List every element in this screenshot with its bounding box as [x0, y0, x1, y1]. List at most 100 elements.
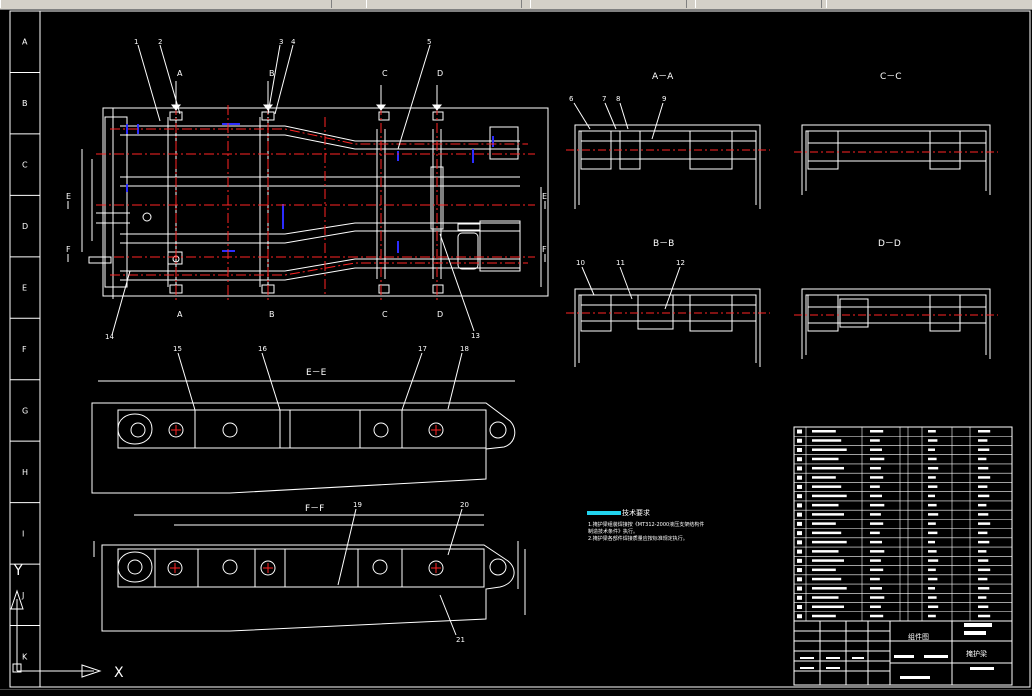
section-mark-b: B	[269, 69, 275, 78]
cad-drawing-canvas[interactable]: ABCDEFGHIJK A B C D A B C D E F E F 1 2 …	[0, 9, 1032, 689]
zone-letter-b: B	[22, 99, 28, 108]
table-cell-text	[978, 430, 991, 433]
section-aa-title: A－A	[652, 72, 674, 82]
table-cell-text	[928, 540, 935, 544]
part-number-8: 8	[616, 95, 620, 103]
table-cell-text	[928, 485, 938, 488]
part-number-4: 4	[291, 38, 296, 46]
part-number-14: 14	[105, 333, 114, 341]
table-row-number	[797, 614, 802, 619]
table-cell-text	[928, 587, 935, 590]
table-row-number	[797, 457, 802, 462]
section-mark-a-bottom: A	[177, 310, 183, 319]
part-number-17: 17	[418, 345, 427, 353]
table-cell-text	[870, 439, 880, 442]
table-cell-text	[812, 605, 844, 609]
table-row-number	[797, 577, 802, 582]
parts-list-table	[793, 426, 1013, 622]
section-cc-view: C－C	[794, 72, 998, 195]
table-cell-text	[870, 448, 882, 451]
section-mark-b-bottom: B	[269, 310, 275, 319]
section-dd-title: D－D	[878, 239, 901, 249]
zone-letter-f: F	[22, 345, 27, 354]
table-cell-text	[928, 430, 936, 433]
table-cell-text	[870, 605, 881, 609]
table-cell-text	[978, 485, 988, 488]
table-cell-text	[978, 577, 988, 581]
ucs-x-label: X	[114, 665, 124, 681]
table-cell-text	[812, 430, 836, 433]
section-dd-view: D－D	[794, 239, 998, 359]
table-cell-text	[928, 550, 937, 553]
table-cell-text	[812, 466, 844, 470]
table-row-number	[797, 475, 802, 480]
table-cell-text	[978, 476, 991, 479]
notes-accent-bar	[587, 511, 621, 515]
table-cell-text	[928, 568, 936, 572]
section-bb-title: B－B	[653, 239, 674, 249]
section-ee-view: E－E 15 16 17 18	[91, 345, 516, 494]
part-number-10: 10	[576, 259, 585, 267]
cut-mark-e-left: E	[66, 192, 71, 201]
table-cell-text	[812, 540, 847, 544]
table-row-number	[797, 512, 802, 517]
plan-beam-lower	[120, 222, 520, 235]
table-cell-text	[870, 550, 885, 553]
toolbar-segment[interactable]	[0, 0, 332, 8]
part-number-20: 20	[460, 501, 469, 509]
drawing-name-label: 掩护梁	[966, 649, 987, 658]
table-cell-text	[870, 568, 884, 572]
part-number-9: 9	[662, 95, 666, 103]
table-cell-text	[928, 559, 939, 562]
table-cell-text	[978, 494, 990, 498]
table-cell-text	[812, 568, 836, 572]
table-cell-text	[978, 568, 991, 572]
part-number-11: 11	[616, 259, 625, 267]
table-cell-text	[870, 522, 884, 525]
table-row-number	[797, 429, 802, 434]
zone-letter-g: G	[22, 406, 28, 415]
table-cell-text	[928, 577, 938, 581]
table-cell-text	[978, 596, 987, 599]
table-row-number	[797, 438, 802, 443]
toolbar-segment[interactable]	[530, 0, 687, 8]
table-cell-text	[812, 596, 839, 599]
cut-mark-e-right: E	[542, 192, 547, 201]
part-number-3: 3	[279, 38, 283, 46]
notes-heading: 技术要求	[622, 508, 650, 517]
section-mark-d: D	[437, 69, 443, 78]
table-cell-text	[928, 522, 936, 525]
section-mark-c-bottom: C	[382, 310, 388, 319]
table-row-number	[797, 558, 802, 563]
part-number-2: 2	[158, 38, 162, 46]
table-cell-text	[812, 457, 839, 461]
table-cell-text	[978, 513, 989, 516]
table-cell-text	[928, 513, 939, 516]
part-number-19: 19	[353, 501, 362, 509]
section-cc-title: C－C	[880, 72, 902, 82]
toolbar-segment[interactable]	[366, 0, 522, 8]
table-cell-text	[870, 559, 881, 562]
table-cell-text	[978, 550, 987, 553]
section-mark-c: C	[382, 69, 388, 78]
table-cell-text	[812, 559, 844, 562]
part-number-21: 21	[456, 636, 465, 644]
table-cell-text	[870, 531, 880, 535]
zone-letter-i: I	[22, 529, 24, 538]
section-bb-view: B－B 10 11 12	[566, 239, 770, 367]
part-number-18: 18	[460, 345, 469, 353]
toolbar-segment[interactable]	[695, 0, 822, 8]
zone-letter-k: K	[22, 652, 28, 661]
toolbar-segment[interactable]	[826, 0, 1032, 8]
notes-line-1: 1.掩护梁组装焊接按《MT312-2000液压支架结构件	[588, 521, 704, 528]
table-cell-text	[928, 596, 937, 599]
table-cell-text	[870, 503, 885, 507]
notes-line-3: 2.掩护梁各部件焊接质量应按标准规定执行。	[588, 535, 688, 542]
table-cell-text	[870, 577, 880, 581]
table-cell-text	[928, 494, 935, 498]
table-cell-text	[812, 550, 839, 553]
table-cell-text	[928, 439, 938, 442]
table-cell-text	[928, 614, 936, 618]
drawing-type-label: 组件图	[908, 632, 929, 641]
table-cell-text	[928, 531, 938, 535]
